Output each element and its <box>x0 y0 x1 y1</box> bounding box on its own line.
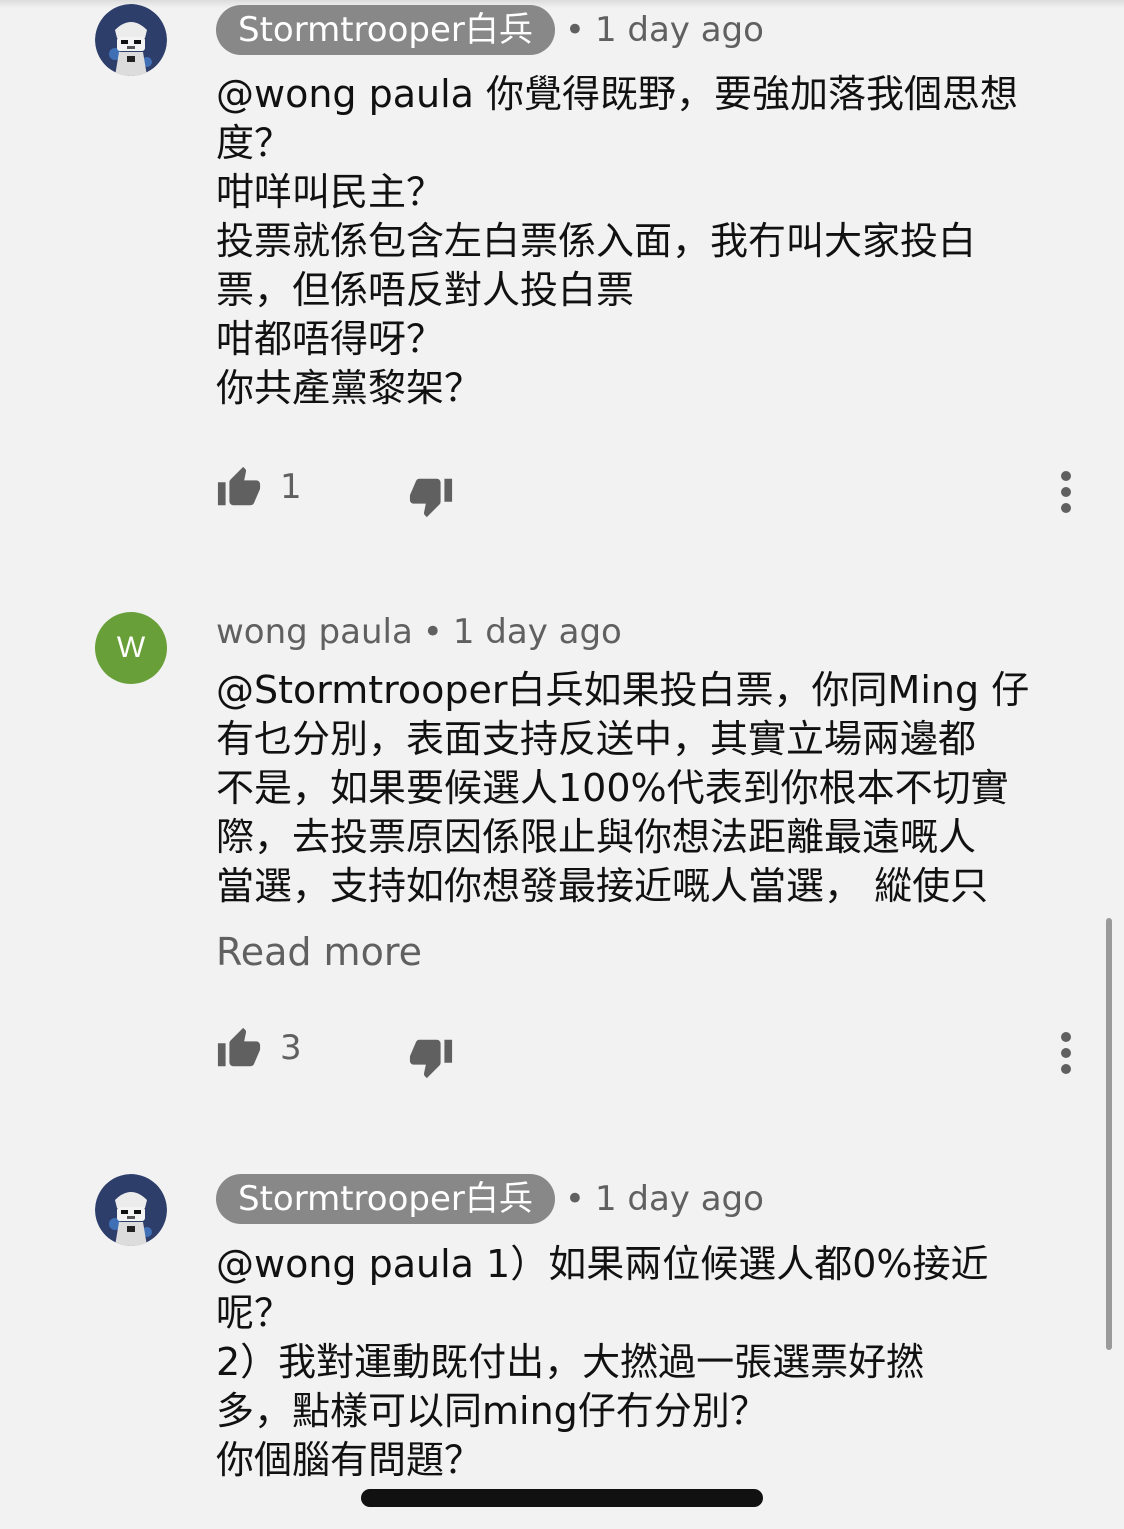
author-name[interactable]: wong paula <box>216 612 413 652</box>
like-count: 1 <box>280 467 302 507</box>
timestamp: 1 day ago <box>594 1179 764 1219</box>
thumbs-up-icon[interactable] <box>216 465 262 511</box>
author-chip[interactable]: Stormtrooper白兵 <box>216 5 555 55</box>
comment-actions: 3 <box>216 1026 1086 1079</box>
comment-line: @wong paula 1）如果兩位候選人都0%接近 <box>216 1242 989 1286</box>
scrollbar[interactable] <box>1106 918 1112 1350</box>
comment-text: @Stormtrooper白兵如果投白票，你同Ming 仔 有乜分別，表面支持反… <box>216 666 1076 911</box>
comment-line: @wong paula 你覺得既野，要強加落我個思想 <box>216 72 1019 116</box>
separator-dot: • <box>564 10 585 50</box>
thumbs-down-icon[interactable] <box>408 473 454 519</box>
avatar[interactable]: W <box>95 612 167 684</box>
timestamp: 1 day ago <box>594 10 764 50</box>
avatar[interactable] <box>95 4 167 76</box>
comment-line: 2）我對運動既付出，大撚過一張選票好撚 <box>216 1340 925 1384</box>
comment-line: 你共產黨黎架？ <box>216 366 483 410</box>
more-vertical-icon[interactable] <box>1060 469 1072 515</box>
comment-meta: Stormtrooper白兵 • 1 day ago <box>216 5 764 55</box>
thumbs-down-icon[interactable] <box>408 1034 454 1080</box>
separator-dot: • <box>564 1179 585 1219</box>
comment-line: 有乜分別，表面支持反送中，其實立場兩邊都 <box>216 717 977 761</box>
comment-meta: wong paula • 1 day ago <box>216 607 622 657</box>
stormtrooper-avatar-icon <box>95 1174 167 1246</box>
comment-line: 咁咩叫民主？ <box>216 170 445 214</box>
read-more-link[interactable]: Read more <box>216 930 422 974</box>
stormtrooper-avatar-icon <box>95 4 167 76</box>
author-chip[interactable]: Stormtrooper白兵 <box>216 1174 555 1224</box>
home-indicator[interactable] <box>361 1489 763 1507</box>
comment-line: 票，但係唔反對人投白票 <box>216 268 635 312</box>
comment-text: @wong paula 1）如果兩位候選人都0%接近 呢？ 2）我對運動既付出，… <box>216 1240 1076 1485</box>
comment-line: 度？ <box>216 121 293 165</box>
comment-line: 咁都唔得呀？ <box>216 317 445 361</box>
comment-meta: Stormtrooper白兵 • 1 day ago <box>216 1174 764 1224</box>
comment-line: 投票就係包含左白票係入面，我冇叫大家投白 <box>216 219 977 263</box>
comment-line: 不是，如果要候選人100%代表到你根本不切實 <box>216 766 1009 810</box>
timestamp: 1 day ago <box>452 612 622 652</box>
comment-line: 呢？ <box>216 1291 293 1335</box>
thumbs-up-icon[interactable] <box>216 1026 262 1072</box>
comment-text: @wong paula 你覺得既野，要強加落我個思想 度？ 咁咩叫民主？ 投票就… <box>216 70 1076 413</box>
separator-dot: • <box>422 612 443 652</box>
comment-line: @Stormtrooper白兵如果投白票，你同Ming 仔 <box>216 668 1030 712</box>
comment-line: 際，去投票原因係限止與你想法距離最遠嘅人 <box>216 815 977 859</box>
like-count: 3 <box>280 1028 302 1068</box>
avatar[interactable] <box>95 1174 167 1246</box>
comment-line: 你個腦有問題？ <box>216 1438 483 1482</box>
more-vertical-icon[interactable] <box>1060 1030 1072 1076</box>
comment-line: 當選，支持如你想發最接近嘅人當選， 縱使只 <box>216 864 989 908</box>
comment-actions: 1 <box>216 465 1086 518</box>
comment-line: 多，點樣可以同ming仔冇分別？ <box>216 1389 768 1433</box>
